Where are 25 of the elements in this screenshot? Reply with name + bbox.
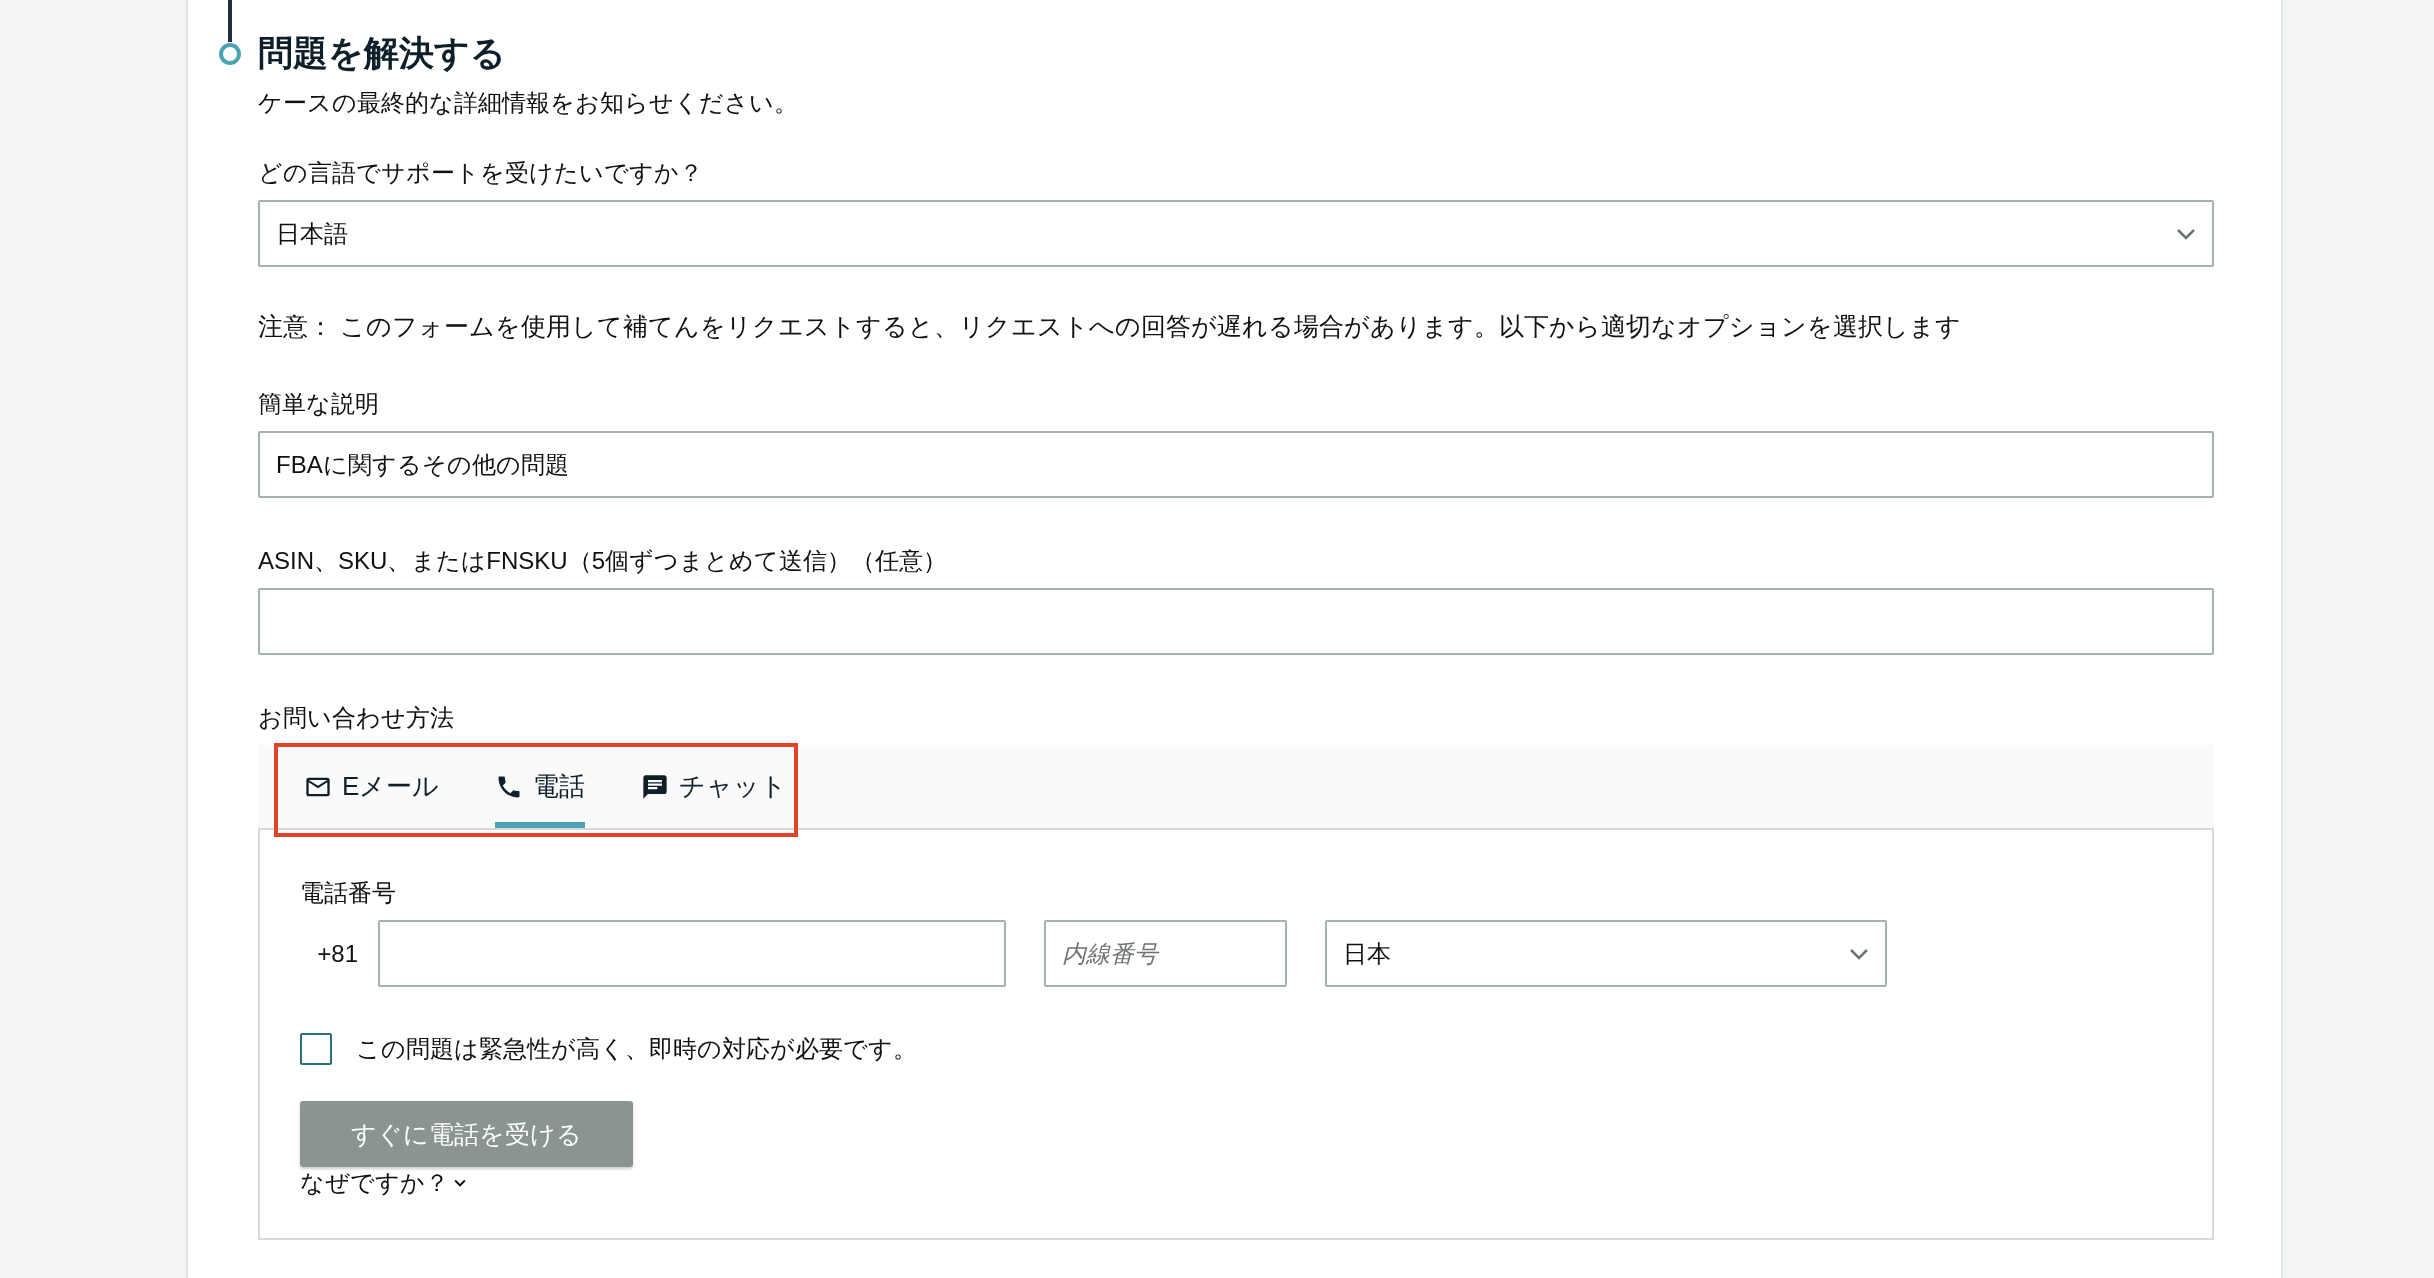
- step-subtitle: ケースの最終的な詳細情報をお知らせください。: [258, 88, 799, 118]
- extension-input[interactable]: 内線番号: [1044, 920, 1287, 987]
- step-title: 問題を解決する: [258, 32, 507, 74]
- field-label: 電話番号: [300, 878, 397, 908]
- language-select[interactable]: 日本語: [258, 200, 2214, 267]
- step-marker: [219, 43, 241, 65]
- why-link[interactable]: なぜですか？: [300, 1167, 471, 1199]
- chevron-down-icon: [2176, 227, 2196, 240]
- contact-tab[interactable]: 電話: [495, 745, 586, 828]
- input-field[interactable]: FBAに関するその他の問題: [258, 431, 2214, 498]
- phone-input[interactable]: [378, 920, 1006, 987]
- field-label: どの言語でサポートを受けたいですか？: [258, 158, 704, 188]
- contact-tab[interactable]: チャット: [641, 745, 788, 828]
- country-select[interactable]: 日本: [1325, 920, 1887, 987]
- chat-bubble-icon: [641, 772, 670, 801]
- country-code: +81: [316, 939, 359, 968]
- urgent-checkbox[interactable]: [300, 1033, 332, 1065]
- field-label: ASIN、SKU、またはFNSKU（5個ずつまとめて送信）（任意）: [258, 546, 949, 576]
- input-field[interactable]: [258, 588, 2214, 655]
- field-label: お問い合わせ方法: [258, 703, 455, 733]
- notice-text: 注意： このフォームを使用して補てんをリクエストすると、リクエストへの回答が遅れる場合があります。以下から適切なオプションを選択します: [258, 311, 1962, 342]
- contact-tab[interactable]: Eメール: [304, 745, 440, 828]
- field-label: 簡単な説明: [258, 389, 380, 419]
- checkbox-label: この問題は緊急性が高く、即時の対応が必要です。: [356, 1034, 917, 1064]
- chevron-down-icon: [1849, 947, 1869, 960]
